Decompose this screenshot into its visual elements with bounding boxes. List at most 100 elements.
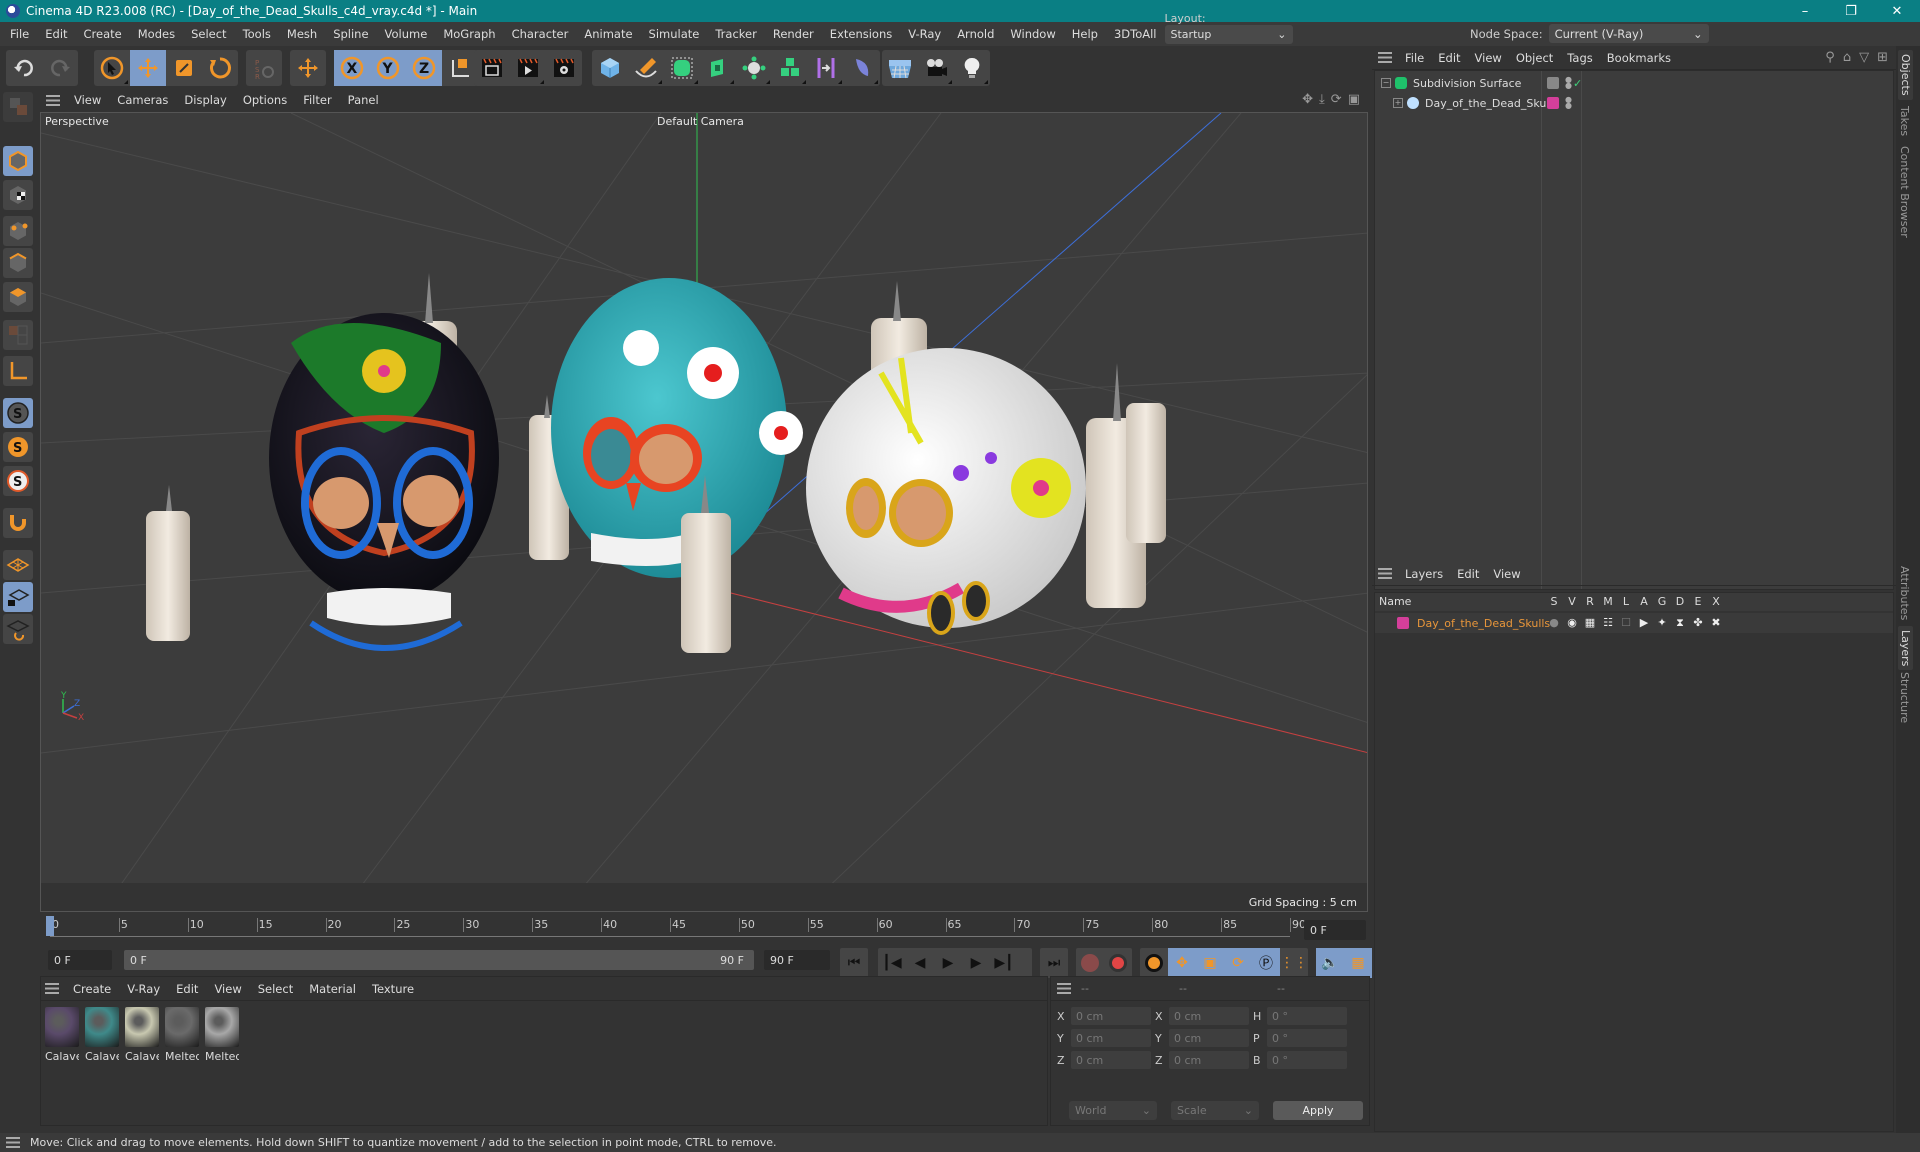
menu-arnold[interactable]: Arnold <box>949 27 1002 41</box>
y-axis-button[interactable]: Y <box>370 50 406 86</box>
playhead[interactable] <box>46 916 54 936</box>
start-frame-field[interactable]: 0 F <box>48 950 112 970</box>
layer-color-swatch[interactable] <box>1547 97 1559 109</box>
texture-mode-button[interactable] <box>3 180 33 210</box>
viewport-menu-cameras[interactable]: Cameras <box>109 93 176 107</box>
timeline-ruler[interactable]: 0 5 10 15 20 25 30 35 40 45 50 55 60 65 70 75 80 85 90 0 F <box>40 914 1370 948</box>
scale-tool-button[interactable] <box>166 50 202 86</box>
object-menu-edit[interactable]: Edit <box>1431 51 1467 65</box>
search-icon[interactable]: ⚲ <box>1825 50 1835 65</box>
viewport-menu-panel[interactable]: Panel <box>340 93 387 107</box>
hamburger-menu-icon[interactable] <box>46 94 60 106</box>
array-button[interactable] <box>772 50 808 86</box>
material-item[interactable]: Melted_( <box>205 1007 239 1063</box>
object-menu-object[interactable]: Object <box>1509 51 1560 65</box>
new-window-icon[interactable]: ⊞ <box>1877 50 1888 65</box>
layer-row[interactable]: Day_of_the_Dead_Skulls ● ◉ ▦ ☷ ☐ ▶ ✦ ⧗ ✤ ✖ <box>1375 613 1893 633</box>
render-view-button[interactable] <box>474 50 510 86</box>
layer-color-swatch[interactable] <box>1397 617 1409 629</box>
layer-name[interactable]: Day_of_the_Dead_Skulls <box>1417 617 1550 630</box>
position-field[interactable]: 0 cm <box>1071 1007 1151 1025</box>
key-rotation-button[interactable]: ⟳ <box>1224 948 1252 978</box>
viewport-menu-options[interactable]: Options <box>235 93 295 107</box>
menu-edit[interactable]: Edit <box>37 27 75 41</box>
sound-button[interactable]: 🔈 <box>1316 948 1344 978</box>
model-mode-button[interactable] <box>3 146 33 176</box>
field-button[interactable] <box>844 50 880 86</box>
lock-icon[interactable]: ☐ <box>1617 616 1635 629</box>
layer-column-a[interactable]: A <box>1635 595 1653 608</box>
position-field[interactable]: 0 cm <box>1071 1051 1151 1069</box>
workplane-sync-button[interactable] <box>3 614 33 644</box>
layer-menu-edit[interactable]: Edit <box>1450 567 1486 581</box>
rotation-field[interactable]: 0 ° <box>1267 1029 1347 1047</box>
solo-dot-icon[interactable]: ● <box>1545 616 1563 629</box>
floor-button[interactable] <box>882 50 918 86</box>
uv-mode-button[interactable] <box>3 320 33 350</box>
object-row[interactable]: − Subdivision Surface ● ● ✓ <box>1375 73 1893 93</box>
menu-tools[interactable]: Tools <box>235 27 279 41</box>
coordinate-mode-dropdown[interactable]: Scale ⌄ <box>1171 1101 1259 1120</box>
material-item[interactable]: Calavera <box>45 1007 79 1063</box>
size-field[interactable]: 0 cm <box>1169 1007 1249 1025</box>
rotation-field[interactable]: 0 ° <box>1267 1051 1347 1069</box>
solo-single-button[interactable]: S <box>3 432 33 462</box>
material-item[interactable]: Calavera <box>85 1007 119 1063</box>
node-space-dropdown[interactable]: Current (V-Ray) ⌄ <box>1548 24 1709 43</box>
previous-key-button[interactable]: ┃◀ <box>878 948 906 978</box>
hamburger-menu-icon[interactable] <box>45 983 59 994</box>
next-key-button[interactable]: ▶┃ <box>990 948 1018 978</box>
material-item[interactable]: Melted_( <box>165 1007 199 1063</box>
menu-extensions[interactable]: Extensions <box>822 27 900 41</box>
layer-column-g[interactable]: G <box>1653 595 1671 608</box>
object-row[interactable]: + Day_of_the_Dead_Skulls ● ● <box>1375 93 1893 113</box>
menu-mograph[interactable]: MoGraph <box>435 27 503 41</box>
render-picture-viewer-button[interactable] <box>510 50 546 86</box>
go-to-end-button[interactable]: ⏭ <box>1040 948 1068 978</box>
menu-select[interactable]: Select <box>183 27 234 41</box>
tab-layers[interactable]: Layers <box>1898 626 1913 671</box>
layer-column-l[interactable]: L <box>1617 595 1635 608</box>
menu-v-ray[interactable]: V-Ray <box>900 27 949 41</box>
layer-column-x[interactable]: X <box>1707 595 1725 608</box>
coordinate-space-dropdown[interactable]: World ⌄ <box>1069 1101 1157 1120</box>
close-button[interactable]: ✕ <box>1874 0 1920 22</box>
layer-column-m[interactable]: M <box>1599 595 1617 608</box>
filter-icon[interactable]: ▽ <box>1859 50 1869 65</box>
menu-tracker[interactable]: Tracker <box>707 27 765 41</box>
layer-menu-view[interactable]: View <box>1486 567 1527 581</box>
next-frame-button[interactable]: ▶ <box>962 948 990 978</box>
menu-modes[interactable]: Modes <box>130 27 183 41</box>
x-axis-button[interactable]: X <box>334 50 370 86</box>
layer-column-r[interactable]: R <box>1581 595 1599 608</box>
object-menu-bookmarks[interactable]: Bookmarks <box>1600 51 1678 65</box>
edge-mode-button[interactable] <box>3 248 33 278</box>
hamburger-menu-icon[interactable] <box>1378 52 1392 63</box>
camera-button[interactable] <box>918 50 954 86</box>
layer-column-e[interactable]: E <box>1689 595 1707 608</box>
viewport-menu-filter[interactable]: Filter <box>295 93 339 107</box>
move-alt-button[interactable] <box>290 50 326 86</box>
select-tool-button[interactable] <box>94 50 130 86</box>
pan-view-icon[interactable]: ✥ <box>1302 92 1313 107</box>
render-clapper-icon[interactable]: ▦ <box>1581 616 1599 629</box>
undo-button[interactable] <box>6 50 42 86</box>
material-menu-material[interactable]: Material <box>301 982 364 996</box>
solo-off-button[interactable]: S <box>3 398 33 428</box>
current-frame-field[interactable]: 0 F <box>1304 920 1366 940</box>
home-icon[interactable]: ⌂ <box>1843 50 1851 65</box>
workplane-lock-button[interactable] <box>3 582 33 612</box>
layer-column-d[interactable]: D <box>1671 595 1689 608</box>
visibility-dots-icon[interactable]: ● ● <box>1565 96 1572 110</box>
menu-simulate[interactable]: Simulate <box>641 27 708 41</box>
key-scale-button[interactable]: ▣ <box>1196 948 1224 978</box>
material-menu-v-ray[interactable]: V-Ray <box>119 982 168 996</box>
visibility-dots-icon[interactable]: ● ● <box>1565 76 1572 90</box>
object-menu-view[interactable]: View <box>1468 51 1509 65</box>
orbit-view-icon[interactable]: ⟳ <box>1331 92 1342 107</box>
material-item[interactable]: Calavera <box>125 1007 159 1063</box>
psr-button[interactable]: PSR <box>246 50 282 86</box>
coordinate-system-button[interactable] <box>442 50 478 86</box>
key-parameter-button[interactable]: Ⓟ <box>1252 948 1280 978</box>
minimize-button[interactable]: – <box>1782 0 1828 22</box>
